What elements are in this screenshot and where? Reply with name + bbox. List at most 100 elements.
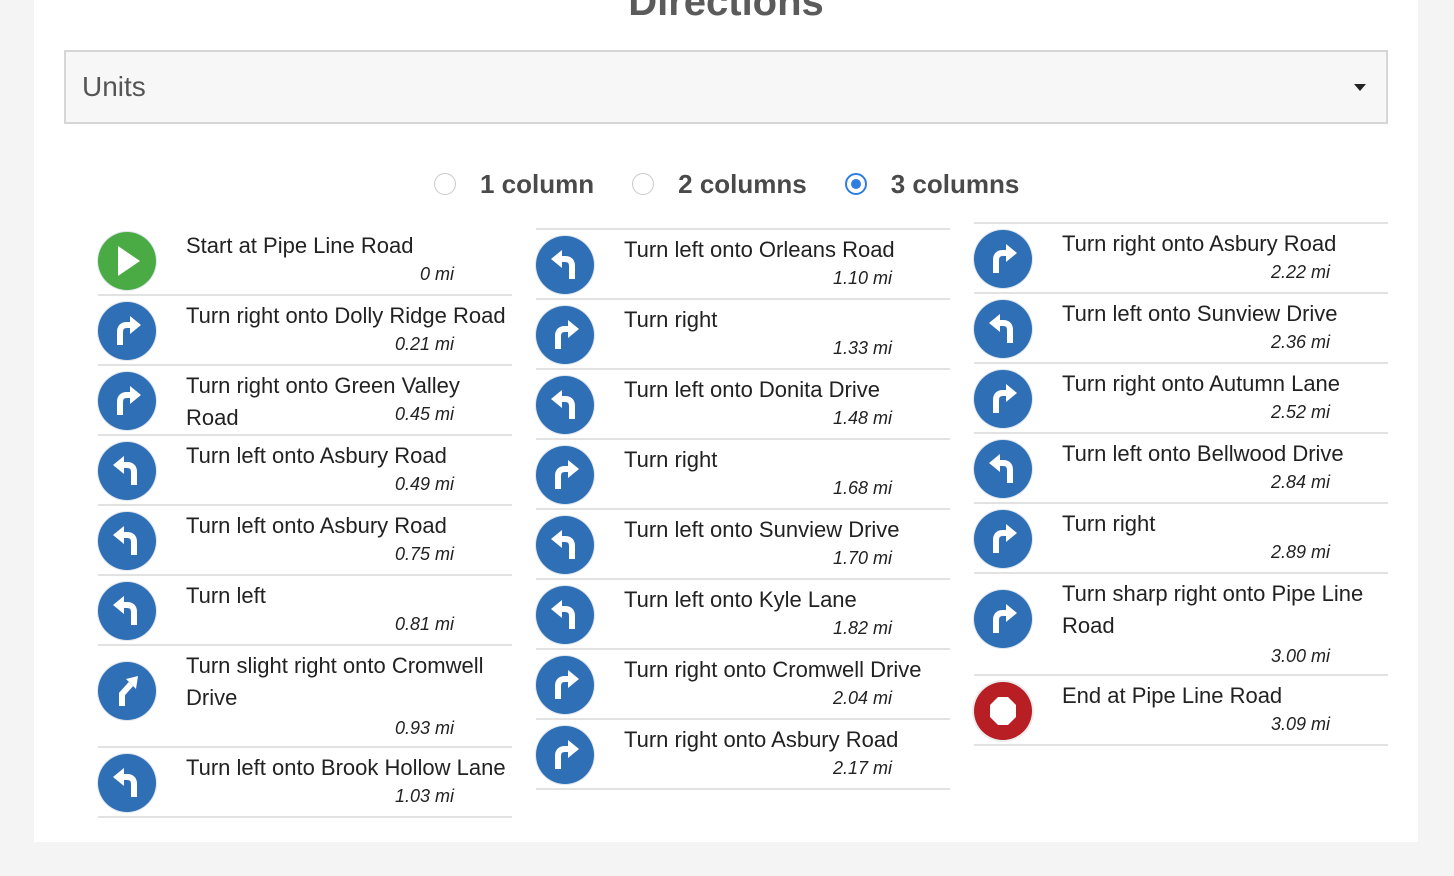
- step-instruction: Turn right: [624, 307, 718, 332]
- direction-step[interactable]: Turn right onto Cromwell Drive 2.04 mi: [536, 650, 950, 720]
- step-distance: 2.89 mi: [1270, 542, 1330, 562]
- step-distance: 2.36 mi: [1270, 332, 1330, 352]
- step-instruction: Start at Pipe Line Road: [186, 233, 414, 258]
- units-select-label: Units: [82, 71, 146, 102]
- direction-step[interactable]: Turn right onto Asbury Road 2.17 mi: [536, 720, 950, 790]
- units-select[interactable]: Units: [64, 50, 1388, 124]
- direction-step[interactable]: Turn right onto Dolly Ridge Road 0.21 mi: [98, 296, 512, 366]
- directions-panel: Directions Units 1 column 2 columns 3 co…: [34, 0, 1418, 842]
- direction-step[interactable]: Turn right 2.89 mi: [974, 504, 1388, 574]
- direction-step[interactable]: Turn left onto Asbury Road 0.49 mi: [98, 436, 512, 506]
- step-distance: 0.49 mi: [394, 474, 454, 494]
- step-distance: 2.22 mi: [1270, 262, 1330, 282]
- step-instruction: Turn left onto Asbury Road: [186, 443, 447, 468]
- step-instruction: Turn left onto Brook Hollow Lane: [186, 755, 506, 780]
- turn-left-icon: [536, 586, 594, 644]
- direction-step[interactable]: Turn right 1.33 mi: [536, 300, 950, 370]
- turn-right-icon: [974, 510, 1032, 568]
- step-distance: 0.21 mi: [394, 334, 454, 354]
- directions-column-3: Turn right onto Asbury Road 2.22 mi Turn l…: [974, 222, 1388, 746]
- turn-right-icon: [536, 656, 594, 714]
- directions-column-1: Start at Pipe Line Road 0 mi Turn right on…: [98, 226, 512, 818]
- step-distance: 2.17 mi: [832, 758, 892, 778]
- step-instruction: Turn left onto Orleans Road: [624, 237, 895, 262]
- step-instruction: Turn right onto Dolly Ridge Road: [186, 303, 506, 328]
- step-instruction: Turn right onto Green Valley Road: [186, 373, 460, 430]
- turn-right-icon: [536, 726, 594, 784]
- step-instruction: Turn left onto Bellwood Drive: [1062, 441, 1344, 466]
- step-instruction: Turn left onto Donita Drive: [624, 377, 880, 402]
- step-instruction: Turn right onto Asbury Road: [1062, 231, 1337, 256]
- column-layout-options: 1 column 2 columns 3 columns: [434, 168, 1057, 200]
- step-distance: 2.04 mi: [832, 688, 892, 708]
- step-distance: 0 mi: [419, 264, 454, 284]
- direction-step[interactable]: Turn right 1.68 mi: [536, 440, 950, 510]
- radio-3-columns[interactable]: [844, 173, 867, 195]
- step-distance: 1.82 mi: [832, 618, 892, 638]
- step-instruction: Turn left: [186, 583, 266, 608]
- direction-step[interactable]: Turn left onto Kyle Lane 1.82 mi: [536, 580, 950, 650]
- step-distance: 3.00 mi: [1270, 646, 1330, 666]
- direction-step[interactable]: Start at Pipe Line Road 0 mi: [98, 226, 512, 296]
- turn-left-icon: [536, 376, 594, 434]
- direction-step[interactable]: Turn right onto Green Valley Road 0.45 mi: [98, 366, 512, 436]
- step-instruction: Turn left onto Sunview Drive: [624, 517, 900, 542]
- direction-step[interactable]: Turn left onto Donita Drive 1.48 mi: [536, 370, 950, 440]
- directions-column-2: Turn left onto Orleans Road 1.10 mi Turn r…: [536, 228, 950, 790]
- page-title: Directions: [628, 0, 824, 24]
- chevron-down-icon: [1354, 84, 1366, 91]
- layout-option-1-column[interactable]: 1 column: [434, 169, 594, 200]
- layout-option-label: 3 columns: [890, 168, 1020, 199]
- step-instruction: Turn right: [624, 447, 718, 472]
- turn-right-icon: [974, 590, 1032, 648]
- direction-step[interactable]: Turn right onto Asbury Road 2.22 mi: [974, 222, 1388, 294]
- direction-step[interactable]: Turn sharp right onto Pipe Line Road 3.00…: [974, 574, 1388, 676]
- turn-left-icon: [98, 512, 156, 570]
- step-instruction: Turn slight right onto Cromwell Drive: [186, 653, 484, 710]
- turn-left-icon: [536, 236, 594, 294]
- direction-step[interactable]: Turn left onto Sunview Drive 1.70 mi: [536, 510, 950, 580]
- direction-step[interactable]: Turn left onto Bellwood Drive 2.84 mi: [974, 434, 1388, 504]
- step-distance: 0.93 mi: [394, 718, 454, 738]
- layout-option-3-columns[interactable]: 3 columns: [844, 168, 1020, 200]
- layout-option-2-columns[interactable]: 2 columns: [632, 169, 807, 200]
- step-instruction: Turn right: [1062, 511, 1156, 536]
- step-distance: 2.52 mi: [1270, 402, 1330, 422]
- turn-left-icon: [974, 440, 1032, 498]
- direction-step[interactable]: Turn left onto Sunview Drive 2.36 mi: [974, 294, 1388, 364]
- end-icon: [974, 682, 1032, 740]
- step-distance: 1.03 mi: [394, 786, 454, 806]
- turn-left-icon: [98, 582, 156, 640]
- step-instruction: Turn right onto Asbury Road: [624, 727, 899, 752]
- step-distance: 0.81 mi: [394, 614, 454, 634]
- direction-step[interactable]: Turn left onto Asbury Road 0.75 mi: [98, 506, 512, 576]
- turn-right-icon: [536, 446, 594, 504]
- step-distance: 1.70 mi: [832, 548, 892, 568]
- turn-right-icon: [98, 302, 156, 360]
- step-distance: 1.33 mi: [832, 338, 892, 358]
- step-instruction: Turn left onto Kyle Lane: [624, 587, 857, 612]
- direction-step[interactable]: Turn slight right onto Cromwell Drive 0.9…: [98, 646, 512, 748]
- step-instruction: Turn right onto Autumn Lane: [1062, 371, 1341, 396]
- step-instruction: End at Pipe Line Road: [1062, 683, 1283, 708]
- step-distance: 1.48 mi: [832, 408, 892, 428]
- direction-step[interactable]: Turn left onto Brook Hollow Lane 1.03 mi: [98, 748, 512, 818]
- layout-option-label: 2 columns: [678, 168, 807, 199]
- step-distance: 3.09 mi: [1270, 714, 1330, 734]
- step-distance: 0.75 mi: [394, 544, 454, 564]
- direction-step[interactable]: Turn left 0.81 mi: [98, 576, 512, 646]
- direction-step[interactable]: Turn left onto Orleans Road 1.10 mi: [536, 228, 950, 300]
- turn-right-icon: [974, 370, 1032, 428]
- radio-2-columns[interactable]: [632, 173, 655, 195]
- turn-left-icon: [536, 516, 594, 574]
- turn-right-icon: [98, 372, 156, 430]
- step-instruction: Turn left onto Sunview Drive: [1062, 301, 1338, 326]
- layout-option-label: 1 column: [480, 168, 595, 199]
- step-distance: 1.10 mi: [832, 268, 892, 288]
- turn-right-icon: [536, 306, 594, 364]
- direction-step[interactable]: End at Pipe Line Road 3.09 mi: [974, 676, 1388, 746]
- turn-right-icon: [974, 230, 1032, 288]
- radio-1-column[interactable]: [434, 173, 456, 195]
- step-instruction: Turn left onto Asbury Road: [186, 513, 447, 538]
- direction-step[interactable]: Turn right onto Autumn Lane 2.52 mi: [974, 364, 1388, 434]
